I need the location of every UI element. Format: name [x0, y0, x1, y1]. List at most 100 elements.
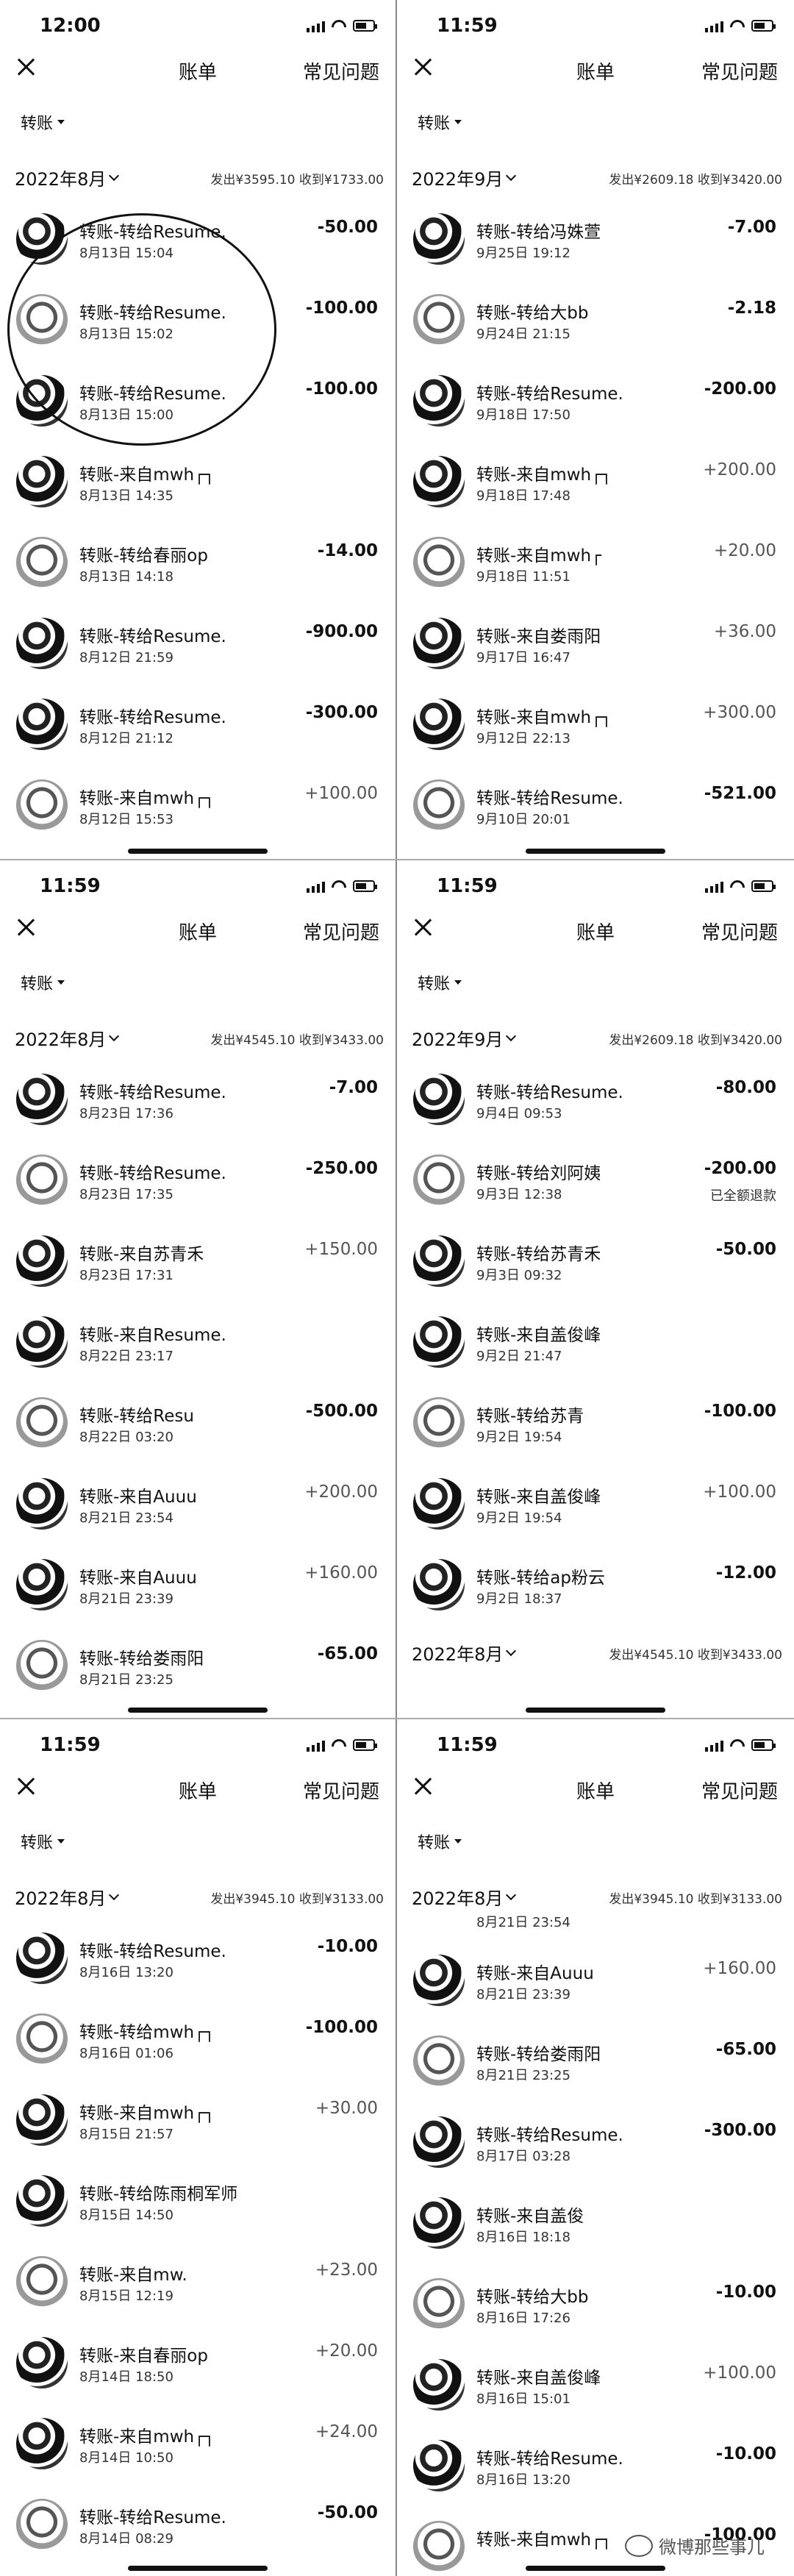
- transaction-row[interactable]: 转账-来自mw. 8月15日 12:19 +23.00: [0, 2241, 396, 2322]
- horizontal-divider: [0, 859, 794, 860]
- home-indicator: [526, 849, 665, 854]
- month-selector[interactable]: 2022年8月: [412, 1884, 517, 1910]
- transaction-row[interactable]: 转账-来自mwh┌ 9月18日 11:51 +20.00: [397, 522, 794, 603]
- transaction-row[interactable]: 转账-来自盖俊峰 9月2日 19:54 +100.00: [397, 1463, 794, 1544]
- help-link[interactable]: 常见问题: [701, 57, 778, 85]
- transaction-row[interactable]: 转账-来自盖俊 8月16日 18:18: [397, 2183, 794, 2263]
- transaction-row[interactable]: 转账-转给mwh┌┐ 8月16日 01:06 -100.00: [0, 1999, 396, 2080]
- transaction-row[interactable]: 转账-来自娄雨阳 9月17日 16:47 +36.00: [397, 603, 794, 684]
- month-summary: 发出¥3945.10 收到¥3133.00: [210, 1892, 384, 1907]
- transaction-amount: -200.00: [704, 1159, 776, 1178]
- month-selector[interactable]: 2022年8月: [15, 1025, 120, 1051]
- help-link[interactable]: 常见问题: [701, 918, 778, 945]
- screenshot-panel-5: 11:59 账单 常见问题 转账 2022年8月 发出¥3945.10 收到¥3133.0…: [0, 1719, 396, 2576]
- transaction-amount: +100.00: [703, 2363, 776, 2383]
- status-icons: [307, 880, 377, 893]
- transaction-title: 转账-转给春丽op: [79, 546, 208, 565]
- transaction-title: 转账-转给冯姝萱: [476, 223, 601, 242]
- transaction-time: 8月17日 03:28: [476, 2149, 571, 2164]
- transaction-time: 8月15日 12:19: [79, 2288, 174, 2304]
- transaction-time: 8月13日 14:18: [79, 569, 174, 585]
- month-summary: 发出¥2609.18 收到¥3420.00: [609, 1033, 782, 1048]
- month-selector[interactable]: 2022年9月: [412, 165, 517, 190]
- transaction-row[interactable]: 转账-转给娄雨阳 8月21日 23:25 -65.00: [397, 2021, 794, 2102]
- transaction-time: 9月24日 21:15: [476, 327, 571, 342]
- screenshot-panel-2: 11:59 账单 常见问题 转账 2022年9月 发出¥2609.18 收到¥3420.0…: [397, 0, 794, 859]
- transaction-row[interactable]: 转账-转给春丽op 8月13日 14:18 -14.00: [0, 522, 396, 603]
- month-selector[interactable]: 2022年8月: [15, 1884, 120, 1910]
- month-header: 2022年9月 发出¥2609.18 收到¥3420.00: [412, 1025, 782, 1052]
- transaction-title: 转账-转给Resume.: [79, 1164, 226, 1183]
- refund-status: 已全额退款: [710, 1188, 776, 1204]
- transaction-row[interactable]: 转账-转给Resume. 8月12日 21:59 -900.00: [0, 603, 396, 684]
- transaction-time: 8月21日 23:25: [476, 2068, 571, 2083]
- transaction-row[interactable]: 转账-转给大bb 9月24日 21:15 -2.18: [397, 279, 794, 360]
- help-link[interactable]: 常见问题: [303, 57, 379, 85]
- transaction-row[interactable]: 转账-转给娄雨阳 8月21日 23:25 -65.00: [0, 1625, 396, 1706]
- transaction-row[interactable]: 转账-来自mwh┌┐ 8月12日 15:53 +100.00: [0, 765, 396, 846]
- transaction-row[interactable]: 转账-转给Resume. 8月17日 03:28 -300.00: [397, 2102, 794, 2183]
- chevron-down-icon: [506, 170, 517, 182]
- transaction-row[interactable]: 转账-转给Resume. 8月12日 21:12 -300.00: [0, 684, 396, 765]
- transaction-row[interactable]: 转账-转给苏青 9月2日 19:54 -100.00: [397, 1382, 794, 1463]
- transaction-title: 转账-来自盖俊峰: [476, 1326, 601, 1345]
- transaction-title: 转账-转给大bb: [476, 2288, 589, 2307]
- transaction-time: 9月18日 11:51: [476, 569, 571, 585]
- avatar: [413, 1074, 465, 1125]
- type-filter[interactable]: 转账: [21, 1830, 65, 1853]
- transaction-row[interactable]: 转账-转给陈雨桐军师 8月15日 14:50: [0, 2161, 396, 2241]
- transaction-row[interactable]: 转账-转给Resume. 8月14日 08:29 -50.00: [0, 2484, 396, 2565]
- transaction-row[interactable]: 转账-转给大bb 8月16日 17:26 -10.00: [397, 2263, 794, 2344]
- transaction-amount: +100.00: [703, 1483, 776, 1502]
- transaction-row[interactable]: 转账-转给ap粉云 9月2日 18:37 -12.00: [397, 1544, 794, 1625]
- help-link[interactable]: 常见问题: [303, 1777, 379, 1804]
- transaction-amount: -7.00: [329, 1078, 378, 1097]
- help-link[interactable]: 常见问题: [701, 1777, 778, 1804]
- transaction-row[interactable]: 转账-来自春丽op 8月14日 18:50 +20.00: [0, 2322, 396, 2403]
- type-filter[interactable]: 转账: [21, 110, 65, 134]
- transaction-row[interactable]: 转账-转给Resume. 8月16日 13:20 -10.00: [397, 2425, 794, 2506]
- transaction-row[interactable]: 转账-转给Resume. 8月16日 13:20 -10.00: [0, 1918, 396, 1999]
- type-filter[interactable]: 转账: [418, 1830, 462, 1853]
- transaction-time: 8月21日 23:39: [79, 1591, 174, 1607]
- signal-icon: [705, 19, 723, 32]
- transaction-row[interactable]: 转账-转给Resume. 9月18日 17:50 -200.00: [397, 360, 794, 441]
- transaction-amount: -300.00: [704, 2121, 776, 2140]
- transaction-row[interactable]: 转账-转给刘阿姨 9月3日 12:38 -200.00 已全额退款: [397, 1140, 794, 1221]
- transaction-row[interactable]: 转账-转给Resume. 8月23日 17:36 -7.00: [0, 1059, 396, 1140]
- transaction-amount: -10.00: [317, 1937, 378, 1956]
- transaction-row[interactable]: 转账-来自Resume. 8月22日 23:17: [0, 1302, 396, 1382]
- transaction-row[interactable]: 转账-来自mwh┌┐ 9月12日 22:13 +300.00: [397, 684, 794, 765]
- transaction-row[interactable]: 转账-来自盖俊峰 9月2日 21:47: [397, 1302, 794, 1382]
- type-filter[interactable]: 转账: [418, 110, 462, 134]
- transaction-row[interactable]: 转账-转给苏青禾 9月3日 09:32 -50.00: [397, 1221, 794, 1302]
- transaction-row[interactable]: 转账-来自mwh┌┐ 8月13日 14:35: [0, 441, 396, 522]
- month-selector[interactable]: 2022年8月: [15, 165, 120, 190]
- transaction-row[interactable]: 转账-来自Auuu 8月21日 23:54 +200.00: [0, 1463, 396, 1544]
- month-summary: 发出¥3595.10 收到¥1733.00: [210, 173, 384, 188]
- type-filter[interactable]: 转账: [418, 971, 462, 994]
- transaction-row[interactable]: 转账-来自mwh┌┐ 9月18日 17:48 +200.00: [397, 441, 794, 522]
- transaction-row[interactable]: 转账-来自mwh┌┐ 8月14日 10:50 +24.00: [0, 2403, 396, 2484]
- transaction-row[interactable]: 转账-转给Resume. 9月4日 09:53 -80.00: [397, 1059, 794, 1140]
- month-selector-2[interactable]: 2022年8月: [412, 1640, 517, 1666]
- transaction-row[interactable]: 转账-来自苏青禾 8月23日 17:31 +150.00: [0, 1221, 396, 1302]
- transaction-title: 转账-来自mwh┌┐: [476, 2530, 612, 2550]
- transaction-row[interactable]: 转账-来自盖俊峰 8月16日 15:01 +100.00: [397, 2344, 794, 2425]
- transaction-title: 转账-来自mwh┌┐: [79, 2104, 215, 2123]
- transaction-time: 9月10日 20:01: [476, 812, 571, 827]
- transaction-row[interactable]: 转账-来自Auuu 8月21日 23:39 +160.00: [397, 1940, 794, 2021]
- transaction-amount: -100.00: [704, 1402, 776, 1421]
- transaction-row[interactable]: 转账-转给Resume. 8月23日 17:35 -250.00: [0, 1140, 396, 1221]
- help-link[interactable]: 常见问题: [303, 918, 379, 945]
- transaction-row[interactable]: 转账-转给Resume. 9月10日 20:01 -521.00: [397, 765, 794, 846]
- transaction-row[interactable]: 转账-转给冯姝萱 9月25日 19:12 -7.00: [397, 199, 794, 279]
- type-filter[interactable]: 转账: [21, 971, 65, 994]
- transaction-row[interactable]: 转账-来自mwh┌┐ 8月15日 21:57 +30.00: [0, 2080, 396, 2161]
- transaction-title: 转账-转给Resume.: [79, 627, 226, 646]
- transaction-row[interactable]: 转账-转给Resu 8月22日 03:20 -500.00: [0, 1382, 396, 1463]
- avatar: [413, 2116, 465, 2168]
- transaction-row[interactable]: 转账-来自Auuu 8月21日 23:39 +160.00: [0, 1544, 396, 1625]
- month-selector[interactable]: 2022年9月: [412, 1025, 517, 1051]
- avatar: [413, 213, 465, 265]
